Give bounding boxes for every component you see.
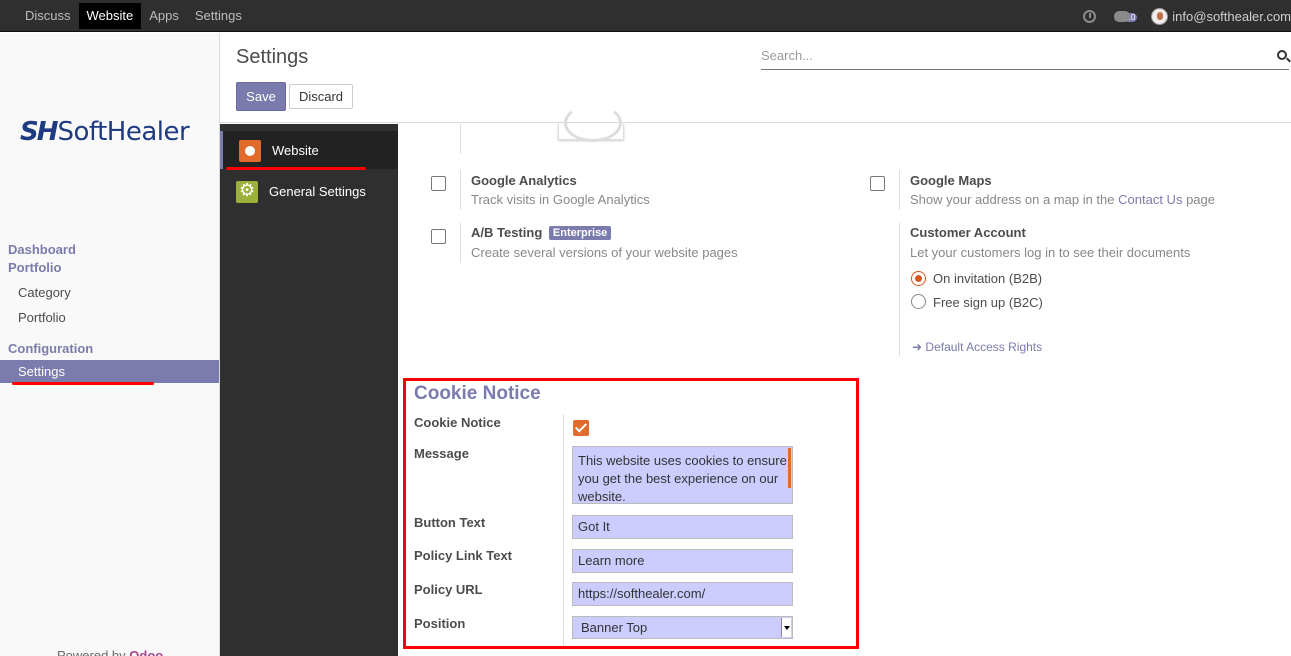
google-maps-desc-before: Show your address on a map in the — [910, 192, 1115, 207]
policy-url-input[interactable]: https://softhealer.com/ — [572, 582, 793, 606]
google-maps-checkbox[interactable] — [870, 176, 885, 191]
app-tab-website[interactable]: Website — [220, 131, 398, 169]
chat-bubble-icon[interactable] — [1114, 10, 1131, 22]
menu-website[interactable]: Website — [78, 3, 142, 29]
customer-account-title: Customer Account — [910, 225, 1026, 240]
cookie-notice-label: Cookie Notice — [414, 415, 501, 430]
softhealer-logo: SH SoftHealer — [20, 117, 190, 147]
sidebar-item-settings-label: Settings — [18, 364, 65, 379]
default-access-rights-link[interactable]: ➜ Default Access Rights — [912, 340, 1042, 354]
button-text-label: Button Text — [414, 515, 486, 530]
ab-testing-checkbox[interactable] — [431, 229, 446, 244]
google-maps-desc-after: page — [1186, 192, 1215, 207]
customer-account-desc: Let your customers log in to see their d… — [910, 245, 1191, 260]
page-title: Settings — [236, 46, 309, 68]
save-button[interactable]: Save — [236, 82, 286, 111]
main-menu: Discuss Website Apps Settings — [17, 3, 250, 29]
sidebar-item-dashboard[interactable]: Dashboard — [8, 242, 76, 257]
settings-content: Google Analytics Track visits in Google … — [398, 104, 1291, 656]
menu-settings[interactable]: Settings — [187, 3, 250, 29]
activity-clock-icon[interactable] — [1083, 9, 1097, 23]
contact-us-link[interactable]: Contact Us — [1118, 192, 1182, 207]
ab-testing-title-text: A/B Testing — [471, 225, 543, 240]
sidebar-item-category[interactable]: Category — [18, 285, 71, 300]
globe-icon — [239, 140, 261, 162]
default-access-rights-label: Default Access Rights — [925, 340, 1043, 354]
search-input[interactable]: Search... — [761, 45, 1289, 70]
message-textarea[interactable]: This website uses cookies to ensure you … — [572, 446, 793, 504]
app-tab-general-settings[interactable]: General Settings — [220, 172, 398, 210]
odoo-link[interactable]: Odoo — [129, 648, 163, 656]
user-email[interactable]: info@softhealer.com — [1172, 9, 1291, 24]
search-placeholder: Search... — [761, 48, 814, 63]
google-analytics-desc: Track visits in Google Analytics — [471, 192, 650, 207]
image-placeholder — [558, 104, 624, 142]
radio-b2c[interactable] — [911, 294, 926, 309]
google-analytics-title: Google Analytics — [471, 173, 577, 188]
logo-mark: SH — [20, 117, 58, 147]
sidebar-heading-portfolio[interactable]: Portfolio — [8, 260, 61, 275]
divider — [460, 170, 461, 210]
policy-link-text-input[interactable]: Learn more — [572, 549, 793, 573]
button-text-input[interactable]: Got It — [572, 515, 793, 539]
control-panel: Settings Search... Save Discard — [220, 33, 1291, 123]
policy-url-label: Policy URL — [414, 582, 483, 597]
message-value: This website uses cookies to ensure you … — [578, 453, 787, 504]
google-maps-title: Google Maps — [910, 173, 992, 188]
cookie-notice-section-title: Cookie Notice — [414, 383, 541, 404]
app-sidebar: SH SoftHealer Dashboard Portfolio Catego… — [0, 33, 220, 656]
radio-b2c-label[interactable]: Free sign up (B2C) — [933, 295, 1043, 310]
highlight-underline — [226, 167, 366, 170]
position-label: Position — [414, 616, 466, 631]
google-analytics-checkbox[interactable] — [431, 176, 446, 191]
divider — [460, 124, 461, 154]
sidebar-item-settings[interactable]: Settings — [0, 360, 219, 383]
settings-app-list: Website General Settings — [220, 124, 398, 656]
divider — [899, 170, 900, 210]
gear-icon — [236, 180, 258, 203]
powered-by: Powered by Odoo — [57, 648, 163, 656]
policy-link-text-label: Policy Link Text — [414, 548, 513, 563]
systray: 10 info@softhealer.com — [1083, 0, 1291, 32]
scrollbar[interactable] — [788, 448, 791, 488]
radio-b2b[interactable] — [911, 271, 926, 286]
powered-by-text: Powered by — [57, 648, 126, 656]
google-maps-desc: Show your address on a map in the Contac… — [910, 192, 1215, 207]
position-value: Banner Top — [581, 620, 648, 635]
arrow-right-icon: ➜ — [912, 340, 923, 354]
app-tab-website-label: Website — [272, 143, 319, 158]
sidebar-heading-configuration[interactable]: Configuration — [8, 341, 93, 356]
cookie-notice-checkbox[interactable] — [573, 420, 589, 436]
ab-testing-title: A/B Testing Enterprise — [471, 225, 612, 240]
menu-discuss[interactable]: Discuss — [17, 3, 79, 29]
top-navbar: Discuss Website Apps Settings 10 info@so… — [0, 0, 1291, 32]
ab-testing-desc: Create several versions of your website … — [471, 245, 738, 260]
divider — [899, 223, 900, 356]
app-tab-general-settings-label: General Settings — [269, 184, 366, 199]
chevron-down-icon[interactable] — [781, 618, 791, 637]
user-avatar[interactable] — [1151, 7, 1169, 25]
divider — [460, 223, 461, 263]
sidebar-item-portfolio[interactable]: Portfolio — [18, 310, 66, 325]
divider — [563, 414, 564, 646]
enterprise-badge: Enterprise — [548, 226, 612, 240]
discard-button[interactable]: Discard — [289, 84, 353, 109]
highlight-underline — [12, 382, 154, 385]
search-icon[interactable] — [1277, 50, 1287, 60]
message-label: Message — [414, 446, 469, 461]
position-select[interactable]: Banner Top — [572, 616, 793, 639]
logo-text: SoftHealer — [57, 117, 190, 147]
radio-b2b-label[interactable]: On invitation (B2B) — [933, 271, 1042, 286]
menu-apps[interactable]: Apps — [141, 3, 187, 29]
